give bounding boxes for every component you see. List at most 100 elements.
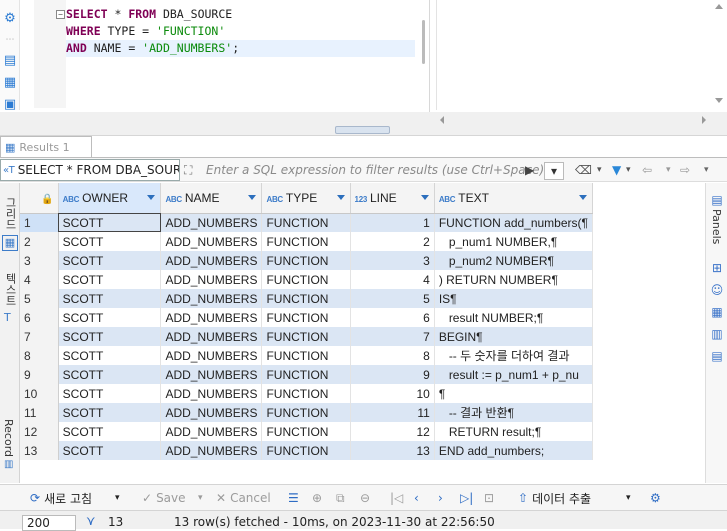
sort-arrow-icon[interactable] [420, 195, 429, 200]
row-number[interactable]: 7 [20, 327, 59, 346]
cell-owner[interactable]: SCOTT [58, 251, 162, 270]
cell-type[interactable]: FUNCTION [261, 251, 351, 270]
grid-view-icon[interactable]: ▦ [2, 235, 18, 251]
cell-text[interactable]: p_num1 NUMBER,¶ [434, 232, 593, 251]
scroll-up-icon[interactable] [715, 4, 723, 9]
row-number[interactable]: 5 [20, 289, 59, 308]
cell-line[interactable]: 4 [350, 270, 435, 289]
cell-name[interactable]: ADD_NUMBERS [160, 270, 263, 289]
funnel-filter-icon[interactable]: ▼ [612, 162, 621, 178]
cell-name[interactable]: ADD_NUMBERS [160, 251, 263, 270]
row-number[interactable]: 12 [20, 422, 59, 441]
tab-panels[interactable]: Panels [710, 209, 723, 244]
sql-editor[interactable]: − SELECT * FROM DBA_SOURCE WHERE TYPE = '… [20, 0, 430, 120]
panels-icon[interactable]: ▤ [709, 193, 725, 207]
cell-text[interactable]: RETURN result;¶ [434, 422, 593, 441]
calc-icon[interactable]: ▥ [709, 327, 725, 341]
cell-type[interactable]: FUNCTION [261, 384, 351, 403]
cell-owner[interactable]: SCOTT [58, 213, 162, 232]
metadata-icon[interactable]: ☺ [709, 283, 725, 297]
table-row[interactable]: 1 SCOTT ADD_NUMBERS FUNCTION 1 FUNCTION add_n… [20, 213, 593, 232]
eraser-dropdown-icon[interactable]: ▾ [597, 162, 602, 178]
table-row[interactable]: 4 SCOTT ADD_NUMBERS FUNCTION 4) RETURN NUMBE… [20, 270, 593, 289]
forward-dropdown-icon[interactable]: ▾ [704, 162, 709, 178]
row-number[interactable]: 1 [20, 213, 59, 232]
apply-filter-icon[interactable]: ▶ [525, 162, 534, 178]
value-viewer-icon[interactable]: ⊞ [709, 261, 725, 275]
cell-type[interactable]: FUNCTION [261, 403, 351, 422]
export-data-button[interactable]: ⇧ 데이터 추출 [518, 490, 591, 506]
editor-vertical-scrollbar[interactable] [422, 20, 425, 64]
row-number[interactable]: 13 [20, 441, 59, 460]
cell-text[interactable]: END add_numbers; [434, 441, 593, 460]
table-row[interactable]: 9 SCOTT ADD_NUMBERS FUNCTION 9 result := p_n… [20, 365, 593, 384]
scroll-left-icon[interactable] [440, 116, 444, 124]
table-row[interactable]: 11 SCOTT ADD_NUMBERS FUNCTION 11 -- 결과 반환¶ [20, 403, 593, 422]
column-header-owner[interactable]: ABC OWNER [58, 183, 162, 214]
load-plan-icon[interactable]: ▦ [2, 74, 18, 90]
back-arrow-icon[interactable]: ⇦ [642, 162, 652, 178]
code-line[interactable]: WHERE TYPE = 'FUNCTION' [66, 23, 415, 40]
cell-line[interactable]: 7 [350, 327, 435, 346]
references-icon[interactable]: ▤ [709, 349, 725, 363]
results-settings-gear-icon[interactable]: ⚙ [650, 490, 661, 506]
back-dropdown-icon[interactable]: ▾ [666, 162, 671, 178]
cell-text[interactable]: -- 결과 반환¶ [434, 403, 593, 422]
row-number[interactable]: 4 [20, 270, 59, 289]
tab-results-1[interactable]: ▦ Results 1 [0, 136, 92, 158]
cell-line[interactable]: 10 [350, 384, 435, 403]
cell-type[interactable]: FUNCTION [261, 270, 351, 289]
table-row[interactable]: 5 SCOTT ADD_NUMBERS FUNCTION 5 IS¶ [20, 289, 593, 308]
cell-line[interactable]: 1 [350, 213, 435, 232]
cell-owner[interactable]: SCOTT [58, 289, 162, 308]
cell-name[interactable]: ADD_NUMBERS [160, 403, 263, 422]
cell-type[interactable]: FUNCTION [261, 327, 351, 346]
grouping-icon[interactable]: ▦ [709, 305, 725, 319]
save-dropdown-icon[interactable]: ▾ [198, 490, 203, 506]
cell-line[interactable]: 13 [350, 441, 435, 460]
funnel-dropdown-icon[interactable]: ▾ [626, 162, 631, 178]
cell-type[interactable]: FUNCTION [261, 232, 351, 251]
cell-name[interactable]: ADD_NUMBERS [160, 384, 263, 403]
cell-name[interactable]: ADD_NUMBERS [160, 289, 263, 308]
cell-owner[interactable]: SCOTT [58, 422, 162, 441]
row-number[interactable]: 10 [20, 384, 59, 403]
column-header-line[interactable]: 123 LINE [350, 183, 435, 214]
code-line[interactable]: SELECT * FROM DBA_SOURCE [66, 6, 415, 23]
forward-arrow-icon[interactable]: ⇨ [680, 162, 690, 178]
refresh-dropdown-icon[interactable]: ▾ [115, 490, 120, 506]
column-header-text[interactable]: ABC TEXT [434, 183, 593, 214]
cell-name[interactable]: ADD_NUMBERS [160, 365, 263, 384]
row-number[interactable]: 6 [20, 308, 59, 327]
cell-text[interactable]: p_num2 NUMBER¶ [434, 251, 593, 270]
cell-text[interactable]: FUNCTION add_numbers(¶ [434, 213, 593, 232]
results-grid[interactable]: 🔒 ABC OWNER ABC NAME ABC TYPE 123 LINE ABC TEXT 1S… [20, 183, 593, 483]
cell-owner[interactable]: SCOTT [58, 327, 162, 346]
cell-line[interactable]: 2 [350, 232, 435, 251]
delete-row-icon[interactable]: ⊖ [360, 490, 370, 506]
cell-name[interactable]: ADD_NUMBERS [160, 346, 263, 365]
first-page-icon[interactable]: |◁ [390, 490, 403, 506]
cell-owner[interactable]: SCOTT [58, 346, 162, 365]
expand-filter-icon[interactable]: ⛶ [184, 163, 192, 178]
scroll-right-icon[interactable] [702, 116, 706, 124]
cell-owner[interactable]: SCOTT [58, 232, 162, 251]
table-row[interactable]: 10 SCOTT ADD_NUMBERS FUNCTION 10 ¶ [20, 384, 593, 403]
column-header-name[interactable]: ABC NAME [160, 183, 263, 214]
save-button[interactable]: ✓ Save [142, 490, 186, 506]
cell-line[interactable]: 9 [350, 365, 435, 384]
cell-owner[interactable]: SCOTT [58, 384, 162, 403]
row-number[interactable]: 9 [20, 365, 59, 384]
cell-type[interactable]: FUNCTION [261, 308, 351, 327]
cell-name[interactable]: ADD_NUMBERS [160, 308, 263, 327]
sort-arrow-icon[interactable] [579, 195, 587, 200]
row-header-corner[interactable]: 🔒 [20, 183, 59, 214]
cell-text[interactable]: BEGIN¶ [434, 327, 593, 346]
cell-type[interactable]: FUNCTION [261, 346, 351, 365]
variables-icon[interactable]: ▣ [2, 96, 18, 112]
maximize-sash-handle[interactable] [335, 126, 390, 134]
previous-page-icon[interactable]: ‹ [414, 490, 419, 506]
settings-gear-icon[interactable]: ⚙ [2, 10, 18, 26]
cell-owner[interactable]: SCOTT [58, 441, 162, 460]
row-number[interactable]: 3 [20, 251, 59, 270]
